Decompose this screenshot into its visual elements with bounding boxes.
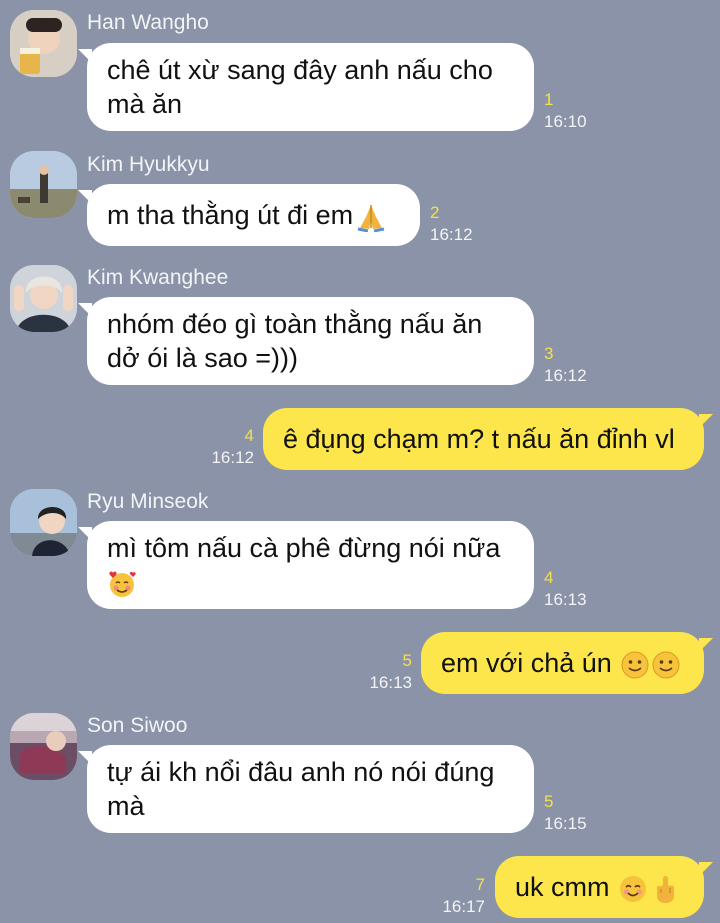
message-bubble[interactable]: chê út xừ sang đây anh nấu cho mà ăn: [78, 43, 534, 131]
message-text: em với chả ún: [441, 646, 681, 680]
unread-count: 4: [544, 568, 554, 587]
message-meta: 3 16:12: [544, 343, 587, 387]
middle-finger-emoji-icon: [650, 874, 680, 904]
avatar-han-wangho[interactable]: [10, 10, 77, 77]
unread-count: 2: [430, 203, 440, 222]
unread-count: 5: [402, 651, 412, 670]
message-meta: 1 16:10: [544, 89, 587, 133]
message-bubble[interactable]: mì tôm nấu cà phê đừng nói nữa: [78, 521, 534, 609]
smiling-face-with-hearts-emoji-icon: [107, 569, 137, 599]
avatar-ryu-minseok[interactable]: [10, 489, 77, 556]
message-meta: 7 16:17: [442, 874, 485, 918]
message-time: 16:12: [430, 225, 473, 244]
message-text: m tha thằng út đi em: [107, 198, 386, 232]
message-meta: 2 16:12: [430, 202, 473, 246]
message-meta: 5 16:13: [369, 650, 412, 694]
unread-count: 7: [475, 875, 485, 894]
message-text: uk cmm: [515, 870, 680, 904]
message-bubble[interactable]: tự ái kh nổi đâu anh nó nói đúng mà: [78, 745, 534, 833]
message-meta: 5 16:15: [544, 791, 587, 835]
unread-count: 4: [244, 426, 254, 445]
message-time: 16:13: [369, 673, 412, 692]
message-time: 16:12: [544, 366, 587, 385]
unread-count: 1: [544, 90, 554, 109]
sender-name: Kim Hyukkyu: [87, 153, 210, 176]
slightly-smiling-face-emoji-icon: [651, 650, 681, 680]
message-time: 16:13: [544, 590, 587, 609]
avatar-kim-hyukkyu[interactable]: [10, 151, 77, 218]
message-bubble[interactable]: uk cmm: [495, 856, 713, 918]
sender-name: Ryu Minseok: [87, 490, 209, 513]
message-text: nhóm đéo gì toàn thằng nấu ăn dở ói là s…: [107, 309, 483, 373]
message-meta: 4 16:13: [544, 567, 587, 611]
message-time: 16:10: [544, 112, 587, 131]
message-bubble[interactable]: nhóm đéo gì toàn thằng nấu ăn dở ói là s…: [78, 297, 534, 385]
message-bubble[interactable]: m tha thằng út đi em: [78, 184, 420, 246]
smiling-face-emoji-icon: [618, 874, 648, 904]
message-time: 16:12: [211, 448, 254, 467]
message-bubble[interactable]: ê đụng chạm m? t nấu ăn đỉnh vl: [263, 408, 713, 470]
sender-name: Han Wangho: [87, 11, 209, 34]
unread-count: 3: [544, 344, 554, 363]
message-text: chê út xừ sang đây anh nấu cho mà ăn: [107, 55, 493, 119]
message-time: 16:15: [544, 814, 587, 833]
unread-count: 5: [544, 792, 554, 811]
message-time: 16:17: [442, 897, 485, 916]
avatar-son-siwoo[interactable]: [10, 713, 77, 780]
avatar-kim-kwanghee[interactable]: [10, 265, 77, 332]
message-text: tự ái kh nổi đâu anh nó nói đúng mà: [107, 757, 495, 821]
message-bubble[interactable]: em với chả ún: [421, 632, 713, 694]
message-text: mì tôm nấu cà phê đừng nói nữa: [107, 531, 500, 599]
message-meta: 4 16:12: [211, 425, 254, 469]
folded-hands-emoji-icon: [356, 202, 386, 232]
sender-name: Kim Kwanghee: [87, 266, 229, 289]
slightly-smiling-face-emoji-icon: [620, 650, 650, 680]
sender-name: Son Siwoo: [87, 714, 188, 737]
message-text: ê đụng chạm m? t nấu ăn đỉnh vl: [283, 424, 675, 454]
